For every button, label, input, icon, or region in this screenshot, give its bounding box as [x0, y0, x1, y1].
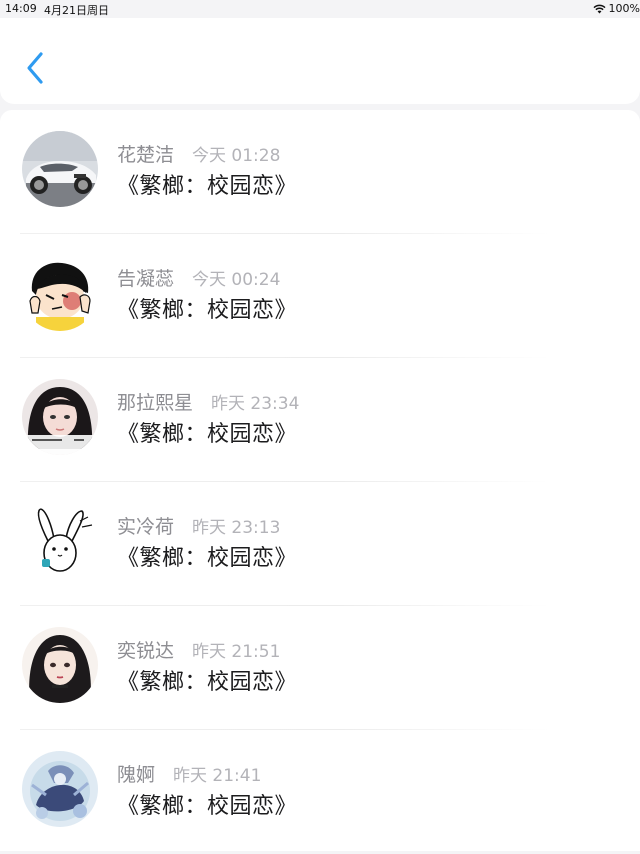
list-item[interactable]: 隗婀 昨天 21:41 《繁榔：校园恋》: [0, 730, 640, 854]
avatar: [22, 503, 98, 579]
avatar: [22, 751, 98, 827]
message-preview: 《繁榔：校园恋》: [117, 794, 298, 819]
back-button[interactable]: [18, 48, 52, 88]
message-preview: 《繁榔：校园恋》: [117, 422, 298, 447]
list-item[interactable]: 奕锐达 昨天 21:51 《繁榔：校园恋》: [0, 606, 640, 730]
message-time: 今天 00:24: [192, 270, 281, 290]
status-date: 4月21日周日: [44, 4, 109, 17]
contact-name: 奕锐达: [117, 640, 175, 662]
contact-name: 告凝蕊: [117, 268, 175, 290]
contact-name: 隗婀: [117, 764, 156, 786]
conversation-meta: 隗婀 昨天 21:41: [117, 760, 261, 787]
navigation-bar: [0, 18, 640, 104]
conversation-meta: 那拉熙星 昨天 23:34: [117, 388, 299, 415]
message-time: 昨天 23:13: [192, 518, 281, 538]
wifi-icon: [593, 4, 606, 14]
status-bar: 14:09 4月21日周日 100%: [0, 0, 640, 18]
message-preview: 《繁榔：校园恋》: [117, 174, 298, 199]
message-time: 昨天 21:41: [173, 766, 262, 786]
list-item[interactable]: 告凝蕊 今天 00:24 《繁榔：校园恋》: [0, 234, 640, 358]
conversation-meta: 告凝蕊 今天 00:24: [117, 264, 280, 291]
message-time: 昨天 21:51: [192, 642, 281, 662]
chevron-left-icon: [27, 52, 43, 84]
message-time: 昨天 23:34: [211, 394, 300, 414]
battery-percent: 100%: [608, 2, 640, 15]
contact-name: 那拉熙星: [117, 392, 194, 414]
message-preview: 《繁榔：校园恋》: [117, 298, 298, 323]
list-item[interactable]: 那拉熙星 昨天 23:34 《繁榔：校园恋》: [0, 358, 640, 482]
conversation-meta: 花楚洁 今天 01:28: [117, 140, 280, 167]
list-item[interactable]: 实冷荷 昨天 23:13 《繁榔：校园恋》: [0, 482, 640, 606]
avatar: [22, 255, 98, 331]
conversation-meta: 奕锐达 昨天 21:51: [117, 636, 280, 663]
avatar: [22, 379, 98, 455]
conversation-list: 花楚洁 今天 01:28 《繁榔：校园恋》 告凝蕊 今天 00:24 《繁榔：校…: [0, 110, 640, 851]
message-preview: 《繁榔：校园恋》: [117, 546, 298, 571]
contact-name: 实冷荷: [117, 516, 175, 538]
avatar: [22, 131, 98, 207]
message-preview: 《繁榔：校园恋》: [117, 670, 298, 695]
conversation-meta: 实冷荷 昨天 23:13: [117, 512, 280, 539]
message-time: 今天 01:28: [192, 146, 281, 166]
list-item[interactable]: 花楚洁 今天 01:28 《繁榔：校园恋》: [0, 110, 640, 234]
avatar: [22, 627, 98, 703]
contact-name: 花楚洁: [117, 144, 175, 166]
status-time: 14:09: [5, 2, 37, 15]
status-indicators: 100%: [593, 2, 640, 15]
